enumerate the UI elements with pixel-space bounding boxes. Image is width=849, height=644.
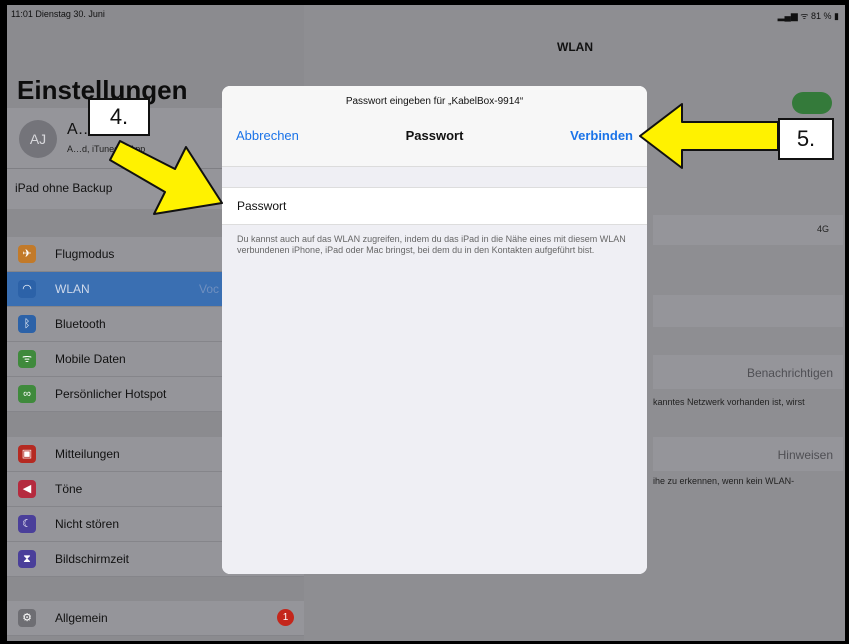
callout-step-4: 4. [88, 98, 150, 136]
callout-step-5: 5. [778, 118, 834, 160]
annotation-arrows [109, 103, 779, 215]
arrow-step-5 [639, 103, 779, 169]
arrow-step-4 [109, 140, 223, 215]
